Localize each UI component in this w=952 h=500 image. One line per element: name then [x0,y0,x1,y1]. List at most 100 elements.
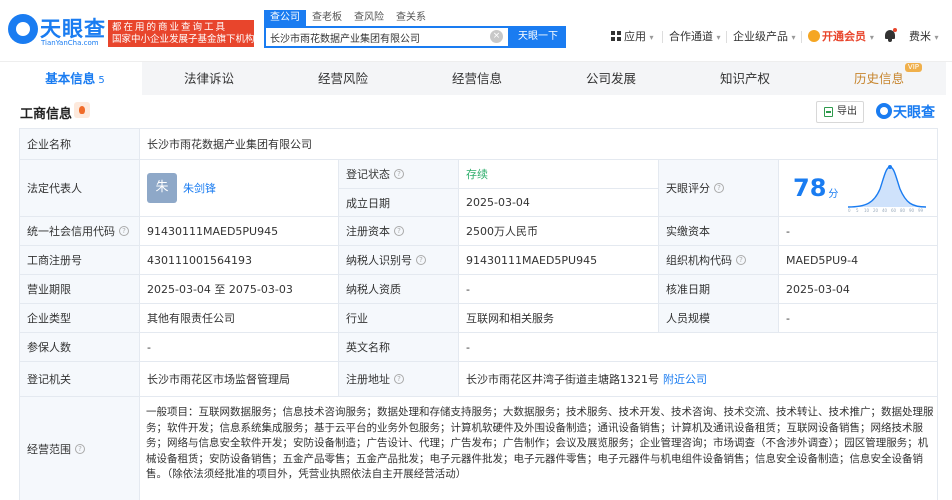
address-label: 注册地址? [339,362,459,397]
tab-history-info[interactable]: 历史信息 VIP [812,62,946,95]
org-code-value: MAED5PU9-4 [779,246,938,275]
search-tab-risk[interactable]: 查风险 [348,10,390,26]
search-tab-boss[interactable]: 查老板 [306,10,348,26]
svg-text:90: 90 [909,208,915,213]
tianyancha-logo-icon[interactable] [8,14,38,44]
paid-capital-value: - [779,217,938,246]
help-question-icon[interactable]: ? [416,255,426,265]
search-input[interactable] [264,26,510,48]
address-value: 长沙市雨花区井湾子街道圭塘路1321号 [466,373,659,386]
score-value: 78 [793,174,827,202]
business-scope-label-text: 经营范围 [27,442,71,456]
taxpayer-qual-value: - [459,275,659,304]
help-question-icon[interactable]: ? [119,226,129,236]
help-question-icon[interactable]: ? [714,183,724,193]
help-question-icon[interactable]: ? [736,255,746,265]
apps-menu-label: 应用 [624,30,646,43]
taxpayer-id-label: 纳税人识别号? [339,246,459,275]
term-label: 营业期限 [20,275,140,304]
apps-menu[interactable]: 应用 ▾ [611,29,654,45]
search-tab-company[interactable]: 查公司 [264,10,306,26]
svg-text:5: 5 [856,208,859,213]
svg-text:99: 99 [918,208,924,213]
company-detail-tabs: 基本信息 5 法律诉讼 经营风险 经营信息 公司发展 知识产权 历史信息 VIP [8,62,946,95]
enterprise-products-menu[interactable]: 企业级产品 ▾ [733,29,796,45]
reg-capital-label-text: 注册资本 [346,225,390,238]
org-code-label-text: 组织机构代码 [666,254,732,267]
tab-company-development[interactable]: 公司发展 [544,62,678,95]
section-title: 工商信息 [20,107,73,122]
cooperation-menu[interactable]: 合作通道 ▾ [669,29,721,45]
tab-count: 5 [98,75,105,86]
industry-label: 行业 [339,304,459,333]
address-label-text: 注册地址 [346,373,390,386]
svg-text:10: 10 [864,208,870,213]
slogan-line-2: 国家中小企业发展子基金旗下机构 [112,33,255,45]
credit-code-label: 统一社会信用代码? [20,217,140,246]
help-question-icon[interactable]: ? [75,443,85,454]
company-type-value: 其他有限责任公司 [140,304,339,333]
open-vip-button[interactable]: 开通会员 ▾ [808,29,874,45]
legal-rep-avatar[interactable]: 朱 [147,173,177,203]
approve-date-label: 核准日期 [659,275,779,304]
reg-status-label: 登记状态? [339,160,459,189]
help-question-icon[interactable]: ? [394,226,404,236]
svg-text:0: 0 [848,208,851,213]
reg-no-label: 工商注册号 [20,246,140,275]
authority-value: 长沙市雨花区市场监督管理局 [140,362,339,397]
taxpayer-id-label-text: 纳税人识别号 [346,254,412,267]
top-header: 天眼查 TianYanCha.com 都在用的商业查询工具 国家中小企业发展子基… [0,0,952,62]
chevron-down-icon: ▾ [716,33,721,42]
tab-intellectual-property[interactable]: 知识产权 [678,62,812,95]
org-code-label: 组织机构代码? [659,246,779,275]
legal-rep-label: 法定代表人 [20,160,140,217]
insured-value: - [140,333,339,362]
reg-no-value: 430111001564193 [140,246,339,275]
reg-status-value: 存续 [459,160,659,189]
enterprise-menu-label: 企业级产品 [733,30,788,43]
chevron-down-icon: ▾ [934,33,939,42]
svg-text:60: 60 [891,208,897,213]
tab-legal[interactable]: 法律诉讼 [142,62,276,95]
excel-export-icon [824,107,833,117]
legal-rep-link[interactable]: 朱剑锋 [183,180,216,196]
slogan-line-1: 都在用的商业查询工具 [112,22,228,33]
tab-operating-info[interactable]: 经营信息 [410,62,544,95]
chevron-down-icon: ▾ [869,33,874,42]
reg-status-label-text: 登记状态 [346,168,390,181]
nav-divider [801,31,802,43]
tab-label: 基本信息 [45,71,96,86]
tab-basic-info[interactable]: 基本信息 5 [8,62,142,95]
paid-capital-label: 实缴资本 [659,217,779,246]
vip-label: 开通会员 [822,30,866,43]
help-question-icon[interactable]: ? [394,169,404,179]
svg-text:20: 20 [873,208,879,213]
score-cell[interactable]: 78 分 0 5 10 20 40 60 80 90 99 [779,160,938,217]
search-tab-relation[interactable]: 查关系 [390,10,432,26]
found-date-label: 成立日期 [339,189,459,217]
found-date-value: 2025-03-04 [459,189,659,217]
apps-grid-icon [611,31,621,41]
business-scope-value: 一般项目：互联网数据服务；信息技术咨询服务；数据处理和存储支持服务；大数据服务；… [146,406,934,480]
help-question-icon[interactable]: ? [394,374,404,384]
user-menu[interactable]: 费米 ▾ [909,29,939,45]
chevron-down-icon: ▾ [791,33,796,42]
tab-operating-risk[interactable]: 经营风险 [276,62,410,95]
slogan-banner: 都在用的商业查询工具 国家中小企业发展子基金旗下机构 [108,20,255,47]
nearby-companies-link[interactable]: 附近公司 [663,371,707,387]
nav-divider [662,31,663,43]
legal-rep-cell: 朱 朱剑锋 [140,160,339,217]
cooperation-menu-label: 合作通道 [669,30,713,43]
tab-label: 历史信息 [853,71,904,86]
taxpayer-id-value: 91430111MAED5PU945 [459,246,659,275]
insured-label: 参保人数 [20,333,140,362]
reg-capital-value: 2500万人民币 [459,217,659,246]
search-type-tabs: 查公司 查老板 查风险 查关系 [264,10,432,26]
nav-divider [726,31,727,43]
notification-dot [893,28,897,32]
score-distribution-curve-icon: 0 5 10 20 40 60 80 90 99 [848,165,927,213]
term-value: 2025-03-04 至 2075-03-03 [140,275,339,304]
clear-search-icon[interactable]: × [490,30,503,43]
search-button[interactable]: 天眼一下 [510,26,566,48]
address-cell: 长沙市雨花区井湾子街道圭塘路1321号 附近公司 [459,362,938,397]
